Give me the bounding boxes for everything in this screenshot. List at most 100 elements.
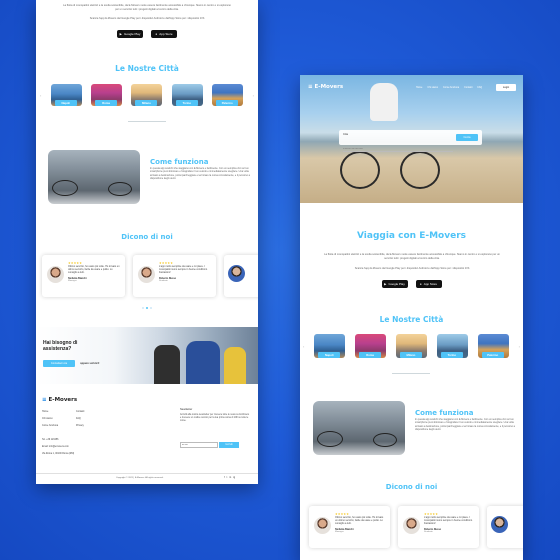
google-play-badge[interactable]: ▶ Google Play [381, 280, 408, 288]
bike-wheel [340, 151, 380, 189]
city-button[interactable]: Roma [359, 352, 382, 358]
review-role: Studente [424, 530, 433, 533]
nav-faq[interactable]: FAQ [477, 86, 482, 89]
footer-link[interactable]: Come funziona [42, 422, 58, 429]
facebook-icon[interactable]: f [224, 476, 225, 479]
city-card-roma[interactable]: Roma [91, 84, 123, 106]
city-button[interactable]: Milano [399, 352, 422, 358]
footer-address: Via Roma 1, 00100 Roma (RM) [42, 453, 75, 455]
social-links: f t in ig [224, 476, 235, 479]
google-play-badge[interactable]: ▶ Google Play [117, 30, 143, 38]
scooter-wheel [317, 431, 343, 447]
cities-title: Le Nostre Città [379, 315, 444, 324]
city-button[interactable]: Milano [135, 100, 158, 106]
person-silhouette [154, 345, 180, 384]
city-button[interactable]: Palermo [481, 352, 504, 358]
header-logo[interactable]: ≡ E-Movers [308, 84, 343, 90]
city-card-roma[interactable]: Roma [355, 334, 387, 358]
download-text: Scarica l'app E-Movers dal Google Play p… [89, 17, 205, 20]
newsletter-title: Newsletter [180, 408, 193, 411]
nav-chi-siamo[interactable]: Chi siamo [427, 86, 438, 89]
contact-button[interactable]: Contattaci ora [43, 360, 75, 367]
footer-logo[interactable]: ≡ E-Movers [42, 397, 77, 403]
footer-phone: Tel. +39 123456 [42, 439, 59, 441]
city-button[interactable]: Palermo [216, 100, 239, 106]
footer-link[interactable]: Home [42, 408, 58, 415]
review-card-partial [487, 506, 523, 548]
newsletter-submit-button[interactable]: Iscriviti [219, 441, 239, 448]
how-image [48, 150, 140, 204]
footer-link[interactable]: Chi siamo [42, 415, 58, 422]
chevron-left-icon[interactable]: ‹ [303, 344, 304, 349]
nav-home[interactable]: Home [416, 86, 422, 89]
newsletter-text: Iscriviti alla nostra newsletter per ric… [180, 414, 250, 423]
city-button[interactable]: Roma [95, 100, 118, 106]
chevron-right-icon[interactable]: › [519, 344, 520, 349]
city-card-torino[interactable]: Torino [171, 84, 203, 106]
download-text: Scarica l'app E-Movers dal Google Play p… [354, 267, 470, 270]
nav-come-funziona[interactable]: Come funziona [443, 86, 459, 89]
city-button[interactable]: Napoli [318, 352, 341, 358]
app-store-badge[interactable]: ● App Store [415, 280, 442, 288]
city-button[interactable]: Torino [440, 352, 463, 358]
review-card-partial [224, 255, 258, 297]
logo-mark: ≡ [42, 397, 47, 403]
avatar [491, 516, 508, 533]
city-card-palermo[interactable]: Palermo [212, 84, 244, 106]
scooter-wheel [108, 182, 132, 196]
nav-contatti[interactable]: Contatti [464, 86, 472, 89]
city-card-palermo[interactable]: Palermo [477, 334, 509, 358]
review-role: Manager [68, 279, 77, 282]
linkedin-icon[interactable]: in [229, 476, 231, 479]
store-badges: ▶ Google Play ● App Store [300, 280, 523, 288]
city-button[interactable]: Torino [175, 100, 198, 106]
footer-contact: Tel. +39 123456 Email: info@emovers.com … [42, 437, 74, 458]
app-store-badge[interactable]: ● App Store [151, 30, 177, 38]
reviews-title: Dicono di noi [121, 233, 173, 241]
person-silhouette [224, 347, 246, 384]
avatar [314, 517, 331, 534]
main-nav: Home Chi siamo Come funziona Contatti FA… [416, 86, 482, 89]
chevron-right-icon[interactable]: › [253, 93, 254, 98]
intro-text: La flotta di monopattini elettrici e la … [63, 4, 231, 11]
city-card-napoli[interactable]: Napoli [50, 84, 82, 106]
scooter-wheel [373, 433, 397, 447]
instagram-icon[interactable]: ig [233, 476, 235, 479]
city-card-napoli[interactable]: Napoli [314, 334, 346, 358]
login-button[interactable]: Login [496, 84, 516, 91]
carousel-dot[interactable] [142, 307, 144, 309]
footer-links-1: Home Chi siamo Come funziona [42, 408, 58, 429]
footer-link[interactable]: FAQ [76, 415, 84, 422]
help-banner: Hai bisogno di assistenza? Contattaci or… [36, 327, 258, 384]
review-text: Ottimo servizio, ho usato più volte. Ho … [335, 516, 384, 526]
search-box: Citta Cerca [339, 130, 482, 152]
city-button[interactable]: Napoli [54, 100, 77, 106]
chevron-left-icon[interactable]: ‹ [40, 93, 41, 98]
carousel-dot[interactable] [150, 307, 152, 309]
copyright: Copyright © 2021 | E-Movers. All rights … [116, 477, 164, 479]
search-button[interactable]: Cerca [456, 134, 478, 141]
how-title: Come funziona [415, 409, 474, 417]
review-text: L'app molto semplice da usare e mi piace… [424, 516, 473, 526]
newsletter-email-input[interactable] [180, 441, 218, 448]
footer-link[interactable]: Privacy [76, 422, 84, 429]
city-card-milano[interactable]: Milano [395, 334, 427, 358]
review-role: Studente [159, 279, 168, 282]
review-text: L'app molto semplice da usare e mi piace… [159, 265, 208, 275]
how-text: In questa app scarichi che viaggiano con… [150, 167, 250, 180]
intro-text: La flotta di monopattini elettrici e la … [324, 253, 500, 260]
footer-link[interactable]: Contatti [76, 408, 84, 415]
how-section: Come funziona In questa app scarichi che… [150, 158, 250, 180]
footer-email[interactable]: Email: info@emovers.com [42, 444, 74, 451]
newsletter-form: Iscriviti [180, 441, 250, 448]
city-card-milano[interactable]: Milano [131, 84, 163, 106]
person-silhouette [186, 341, 220, 384]
avatar [138, 266, 155, 283]
hero-title: Viaggia con E-Movers [357, 231, 466, 241]
divider [36, 473, 258, 474]
carousel-dot[interactable] [146, 307, 148, 309]
twitter-icon[interactable]: t [227, 476, 228, 479]
review-card: ★★★★★ Ottimo servizio, ho usato più volt… [309, 506, 390, 548]
city-card-torino[interactable]: Torino [436, 334, 468, 358]
search-input[interactable] [343, 147, 453, 152]
